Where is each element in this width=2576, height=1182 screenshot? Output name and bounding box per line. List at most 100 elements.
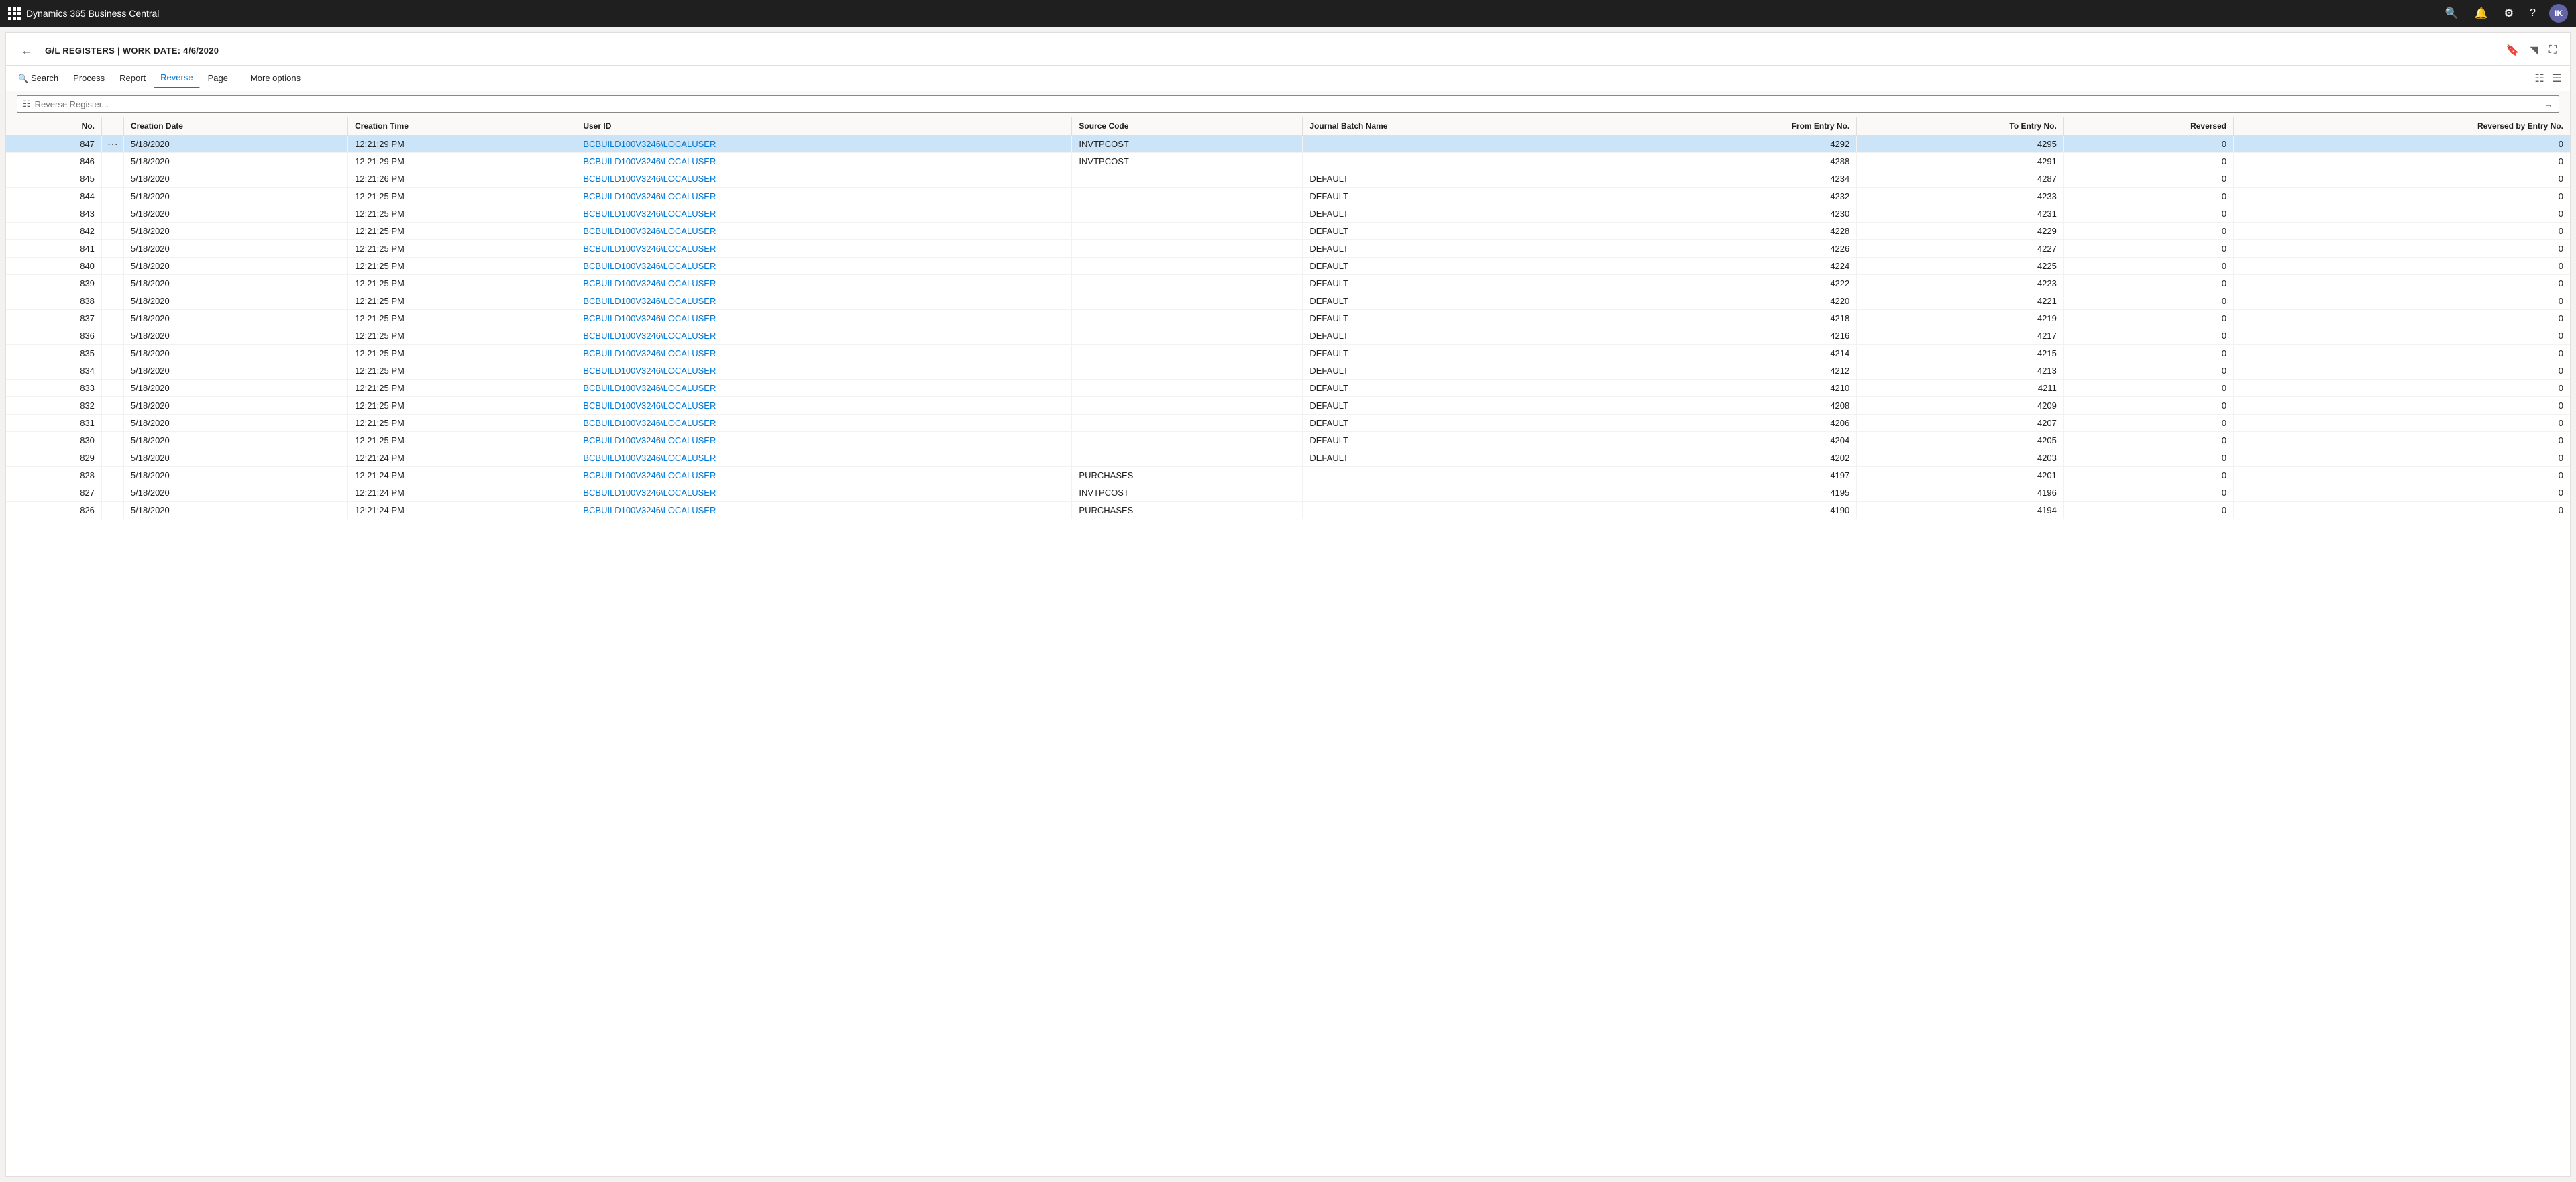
cell-reversed: 0 <box>2063 345 2233 362</box>
table-row[interactable]: 847⋯5/18/202012:21:29 PMBCBUILD100V3246\… <box>6 136 2570 153</box>
cell-creation-time: 12:21:25 PM <box>348 310 576 327</box>
cell-user-id[interactable]: BCBUILD100V3246\LOCALUSER <box>576 327 1072 345</box>
cell-user-id[interactable]: BCBUILD100V3246\LOCALUSER <box>576 153 1072 170</box>
cell-user-id[interactable]: BCBUILD100V3246\LOCALUSER <box>576 170 1072 188</box>
list-view-icon-btn[interactable]: ☰ <box>2550 69 2565 88</box>
cell-creation-date: 5/18/2020 <box>123 170 347 188</box>
cell-user-id[interactable]: BCBUILD100V3246\LOCALUSER <box>576 362 1072 380</box>
table-row[interactable]: 8295/18/202012:21:24 PMBCBUILD100V3246\L… <box>6 449 2570 467</box>
table-row[interactable]: 8405/18/202012:21:25 PMBCBUILD100V3246\L… <box>6 258 2570 275</box>
app-grid-icon[interactable] <box>8 7 21 20</box>
cell-more <box>101 170 123 188</box>
cell-reversed: 0 <box>2063 258 2233 275</box>
table-row[interactable]: 8415/18/202012:21:25 PMBCBUILD100V3246\L… <box>6 240 2570 258</box>
cell-user-id[interactable]: BCBUILD100V3246\LOCALUSER <box>576 380 1072 397</box>
cell-more <box>101 502 123 519</box>
search-icon-btn[interactable]: 🔍 <box>2443 4 2461 23</box>
cell-user-id[interactable]: BCBUILD100V3246\LOCALUSER <box>576 292 1072 310</box>
toolbar-more-btn[interactable]: More options <box>244 69 307 87</box>
table-row[interactable]: 8365/18/202012:21:25 PMBCBUILD100V3246\L… <box>6 327 2570 345</box>
cell-user-id[interactable]: BCBUILD100V3246\LOCALUSER <box>576 258 1072 275</box>
cell-reversed-by: 0 <box>2234 205 2570 223</box>
toolbar-page-btn[interactable]: Page <box>201 69 235 87</box>
cell-creation-time: 12:21:25 PM <box>348 258 576 275</box>
cell-user-id[interactable]: BCBUILD100V3246\LOCALUSER <box>576 502 1072 519</box>
cell-source-code <box>1072 362 1303 380</box>
table-row[interactable]: 8345/18/202012:21:25 PMBCBUILD100V3246\L… <box>6 362 2570 380</box>
toolbar-search-btn[interactable]: 🔍 Search <box>11 69 65 87</box>
cell-to-entry-no: 4205 <box>1857 432 2064 449</box>
toolbar-process-btn[interactable]: Process <box>66 69 111 87</box>
table-row[interactable]: 8315/18/202012:21:25 PMBCBUILD100V3246\L… <box>6 415 2570 432</box>
cell-reversed: 0 <box>2063 153 2233 170</box>
filter-icon-btn[interactable]: ☷ <box>2532 69 2546 88</box>
open-new-icon-btn[interactable]: ◥ <box>2527 41 2540 60</box>
cell-user-id[interactable]: BCBUILD100V3246\LOCALUSER <box>576 188 1072 205</box>
app-title: Dynamics 365 Business Central <box>26 8 2437 19</box>
cell-user-id[interactable]: BCBUILD100V3246\LOCALUSER <box>576 136 1072 153</box>
table-row[interactable]: 8455/18/202012:21:26 PMBCBUILD100V3246\L… <box>6 170 2570 188</box>
cell-more <box>101 432 123 449</box>
table-row[interactable]: 8285/18/202012:21:24 PMBCBUILD100V3246\L… <box>6 467 2570 484</box>
table-row[interactable]: 8265/18/202012:21:24 PMBCBUILD100V3246\L… <box>6 502 2570 519</box>
cell-user-id[interactable]: BCBUILD100V3246\LOCALUSER <box>576 432 1072 449</box>
cell-creation-time: 12:21:25 PM <box>348 205 576 223</box>
cell-user-id[interactable]: BCBUILD100V3246\LOCALUSER <box>576 205 1072 223</box>
cell-to-entry-no: 4207 <box>1857 415 2064 432</box>
cell-no: 838 <box>6 292 101 310</box>
table-row[interactable]: 8445/18/202012:21:25 PMBCBUILD100V3246\L… <box>6 188 2570 205</box>
cell-to-entry-no: 4227 <box>1857 240 2064 258</box>
notifications-icon-btn[interactable]: 🔔 <box>2472 4 2491 23</box>
table-row[interactable]: 8355/18/202012:21:25 PMBCBUILD100V3246\L… <box>6 345 2570 362</box>
bookmark-icon-btn[interactable]: 🔖 <box>2504 41 2522 60</box>
cell-reversed-by: 0 <box>2234 432 2570 449</box>
help-icon-btn[interactable]: ? <box>2527 5 2538 22</box>
row-more-button[interactable]: ⋯ <box>105 136 121 152</box>
table-row[interactable]: 8275/18/202012:21:24 PMBCBUILD100V3246\L… <box>6 484 2570 502</box>
table-row[interactable]: 8305/18/202012:21:25 PMBCBUILD100V3246\L… <box>6 432 2570 449</box>
cell-user-id[interactable]: BCBUILD100V3246\LOCALUSER <box>576 415 1072 432</box>
back-button[interactable]: ← <box>17 42 37 59</box>
cell-user-id[interactable]: BCBUILD100V3246\LOCALUSER <box>576 467 1072 484</box>
cell-creation-time: 12:21:25 PM <box>348 345 576 362</box>
table-row[interactable]: 8335/18/202012:21:25 PMBCBUILD100V3246\L… <box>6 380 2570 397</box>
cell-user-id[interactable]: BCBUILD100V3246\LOCALUSER <box>576 484 1072 502</box>
table-row[interactable]: 8375/18/202012:21:25 PMBCBUILD100V3246\L… <box>6 310 2570 327</box>
cell-user-id[interactable]: BCBUILD100V3246\LOCALUSER <box>576 310 1072 327</box>
cell-creation-time: 12:21:25 PM <box>348 327 576 345</box>
cell-creation-time: 12:21:29 PM <box>348 136 576 153</box>
reverse-register-search-input[interactable] <box>35 99 2540 109</box>
cell-user-id[interactable]: BCBUILD100V3246\LOCALUSER <box>576 397 1072 415</box>
toolbar-report-btn[interactable]: Report <box>113 69 152 87</box>
cell-more <box>101 275 123 292</box>
table-wrapper[interactable]: No. Creation Date Creation Time User ID … <box>6 117 2570 1176</box>
search-bar-inner: ☷ → <box>17 95 2559 113</box>
table-row[interactable]: 8385/18/202012:21:25 PMBCBUILD100V3246\L… <box>6 292 2570 310</box>
cell-creation-date: 5/18/2020 <box>123 415 347 432</box>
cell-user-id[interactable]: BCBUILD100V3246\LOCALUSER <box>576 223 1072 240</box>
cell-more <box>101 223 123 240</box>
search-clear-icon[interactable]: → <box>2544 99 2553 109</box>
table-row[interactable]: 8465/18/202012:21:29 PMBCBUILD100V3246\L… <box>6 153 2570 170</box>
cell-user-id[interactable]: BCBUILD100V3246\LOCALUSER <box>576 345 1072 362</box>
table-row[interactable]: 8395/18/202012:21:25 PMBCBUILD100V3246\L… <box>6 275 2570 292</box>
cell-journal-batch-name: DEFAULT <box>1303 362 1613 380</box>
avatar[interactable]: IK <box>2549 4 2568 23</box>
cell-source-code <box>1072 258 1303 275</box>
cell-journal-batch-name: DEFAULT <box>1303 327 1613 345</box>
cell-to-entry-no: 4229 <box>1857 223 2064 240</box>
table-row[interactable]: 8435/18/202012:21:25 PMBCBUILD100V3246\L… <box>6 205 2570 223</box>
table-row[interactable]: 8425/18/202012:21:25 PMBCBUILD100V3246\L… <box>6 223 2570 240</box>
cell-user-id[interactable]: BCBUILD100V3246\LOCALUSER <box>576 275 1072 292</box>
cell-user-id[interactable]: BCBUILD100V3246\LOCALUSER <box>576 240 1072 258</box>
cell-source-code <box>1072 345 1303 362</box>
col-header-creation-time: Creation Time <box>348 117 576 136</box>
cell-to-entry-no: 4231 <box>1857 205 2064 223</box>
table-row[interactable]: 8325/18/202012:21:25 PMBCBUILD100V3246\L… <box>6 397 2570 415</box>
settings-icon-btn[interactable]: ⚙ <box>2502 4 2516 23</box>
cell-creation-time: 12:21:24 PM <box>348 467 576 484</box>
expand-icon-btn[interactable]: ⛶ <box>2546 42 2559 59</box>
cell-reversed-by: 0 <box>2234 502 2570 519</box>
toolbar-reverse-btn[interactable]: Reverse <box>154 68 199 88</box>
cell-user-id[interactable]: BCBUILD100V3246\LOCALUSER <box>576 449 1072 467</box>
